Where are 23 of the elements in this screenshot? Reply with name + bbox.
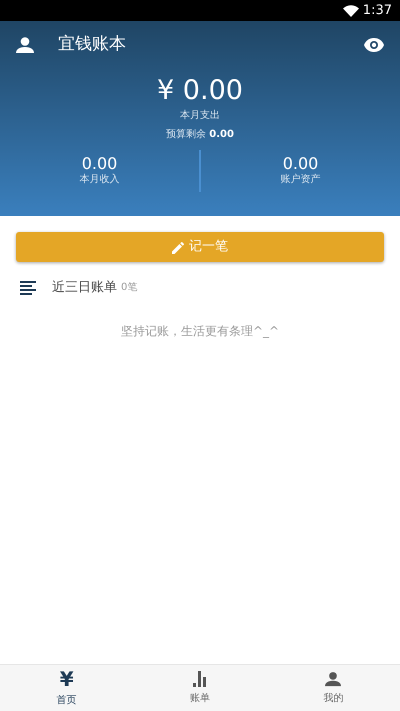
- stat-label: 账户资产: [280, 172, 320, 188]
- app-title: 宜钱账本: [58, 33, 127, 56]
- stat-label: 本月收入: [80, 172, 120, 188]
- pencil-icon: [172, 240, 185, 254]
- wifi-icon: [342, 4, 359, 16]
- bar-chart-icon: [192, 670, 207, 686]
- stat-value: 0.00: [82, 154, 118, 172]
- clock: 1:37: [362, 2, 392, 20]
- person-icon[interactable]: [16, 37, 34, 53]
- eye-icon[interactable]: [364, 38, 384, 52]
- expense-amount: ¥ 0.00: [157, 77, 243, 104]
- expense-label: 本月支出: [180, 108, 220, 123]
- section-title: 近三日账单: [52, 279, 117, 297]
- tab[interactable]: 账单: [133, 665, 267, 711]
- empty-message: 坚持记账，生活更有条理^_^: [120, 322, 280, 340]
- record-count: 0笔: [121, 281, 138, 296]
- budget-remaining: 预算剩余 0.00: [166, 128, 234, 142]
- person-icon: [325, 670, 342, 686]
- stat-value: 0.00: [282, 154, 318, 172]
- yen-icon: ¥: [60, 668, 74, 688]
- list-icon: [20, 280, 36, 295]
- tab[interactable]: ¥ 首页: [0, 665, 134, 711]
- tab[interactable]: 我的: [266, 665, 400, 711]
